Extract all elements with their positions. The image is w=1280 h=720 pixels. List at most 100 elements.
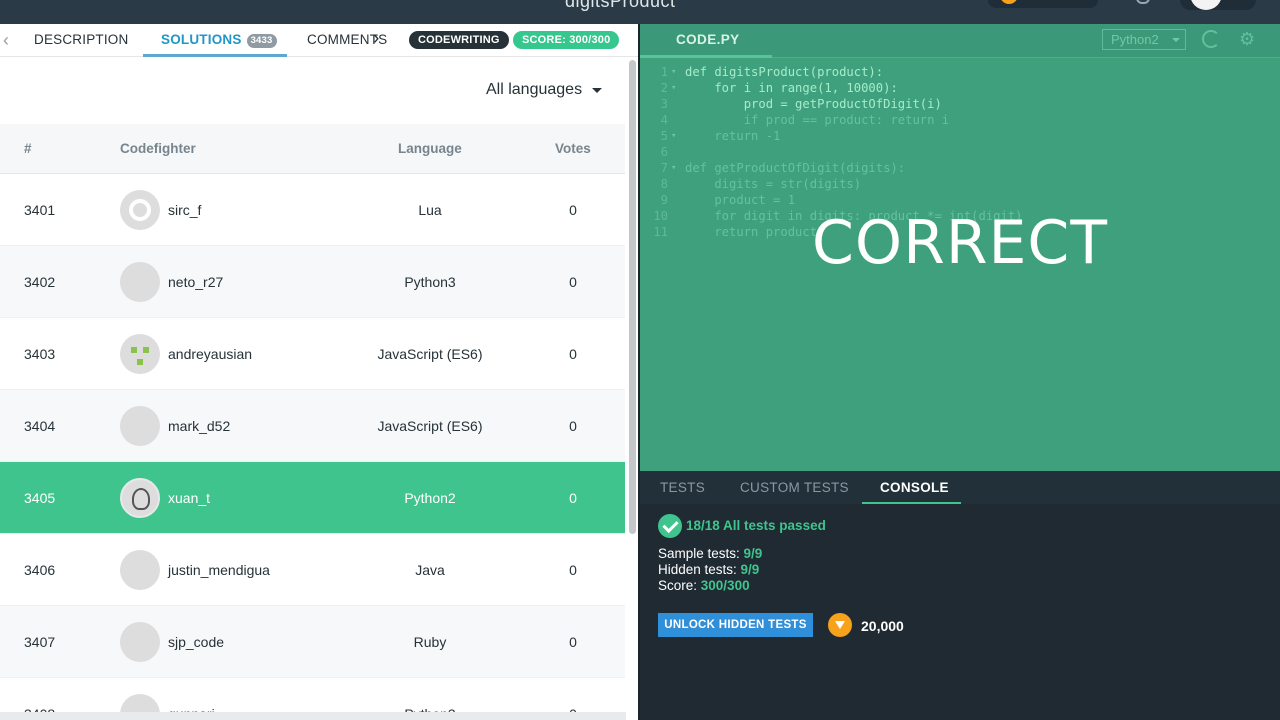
- fold-arrow-icon[interactable]: ▾: [671, 160, 676, 176]
- code-text: return -1: [685, 129, 781, 143]
- caret-down-icon[interactable]: [592, 88, 602, 93]
- score-badge: SCORE: 300/300: [513, 31, 620, 49]
- solution-language: JavaScript (ES6): [377, 346, 483, 362]
- tab-console[interactable]: CONSOLE: [880, 480, 949, 495]
- solution-number: 3402: [24, 274, 56, 290]
- code-text: prod = getProductOfDigit(i): [685, 97, 942, 111]
- avatar[interactable]: [120, 406, 160, 446]
- username[interactable]: sirc_f: [168, 202, 201, 218]
- code-line: 4 if prod == product: return i: [640, 112, 1280, 128]
- editor-tab-bar: CODE.PY Python2 ⚙: [640, 24, 1280, 58]
- code-line: 5 ▾ return -1: [640, 128, 1280, 144]
- username[interactable]: sjp_code: [168, 634, 224, 650]
- table-row[interactable]: 3402 neto_r27 Python3 0: [0, 246, 625, 318]
- fold-arrow-icon[interactable]: ▾: [671, 128, 676, 144]
- code-line: 2 ▾ for i in range(1, 10000):: [640, 80, 1280, 96]
- fold-arrow-icon[interactable]: ▾: [671, 64, 676, 80]
- unlock-hidden-tests-button[interactable]: UNLOCK HIDDEN TESTS: [658, 613, 813, 637]
- tab-solutions-label: SOLUTIONS: [161, 32, 242, 47]
- line-number: 7: [660, 161, 668, 175]
- score-label: Score:: [658, 578, 701, 593]
- avatar[interactable]: [120, 550, 160, 590]
- table-row[interactable]: 3407 sjp_code Ruby 0: [0, 606, 625, 678]
- solution-number: 3401: [24, 202, 56, 218]
- hidden-tests-value: 9/9: [740, 562, 760, 577]
- solutions-panel: ‹ DESCRIPTION SOLUTIONS 3433 COMMENTS › C…: [0, 24, 638, 720]
- workspace-panel: CODE.PY Python2 ⚙ 1 ▾ def digitsProduct(pr…: [640, 24, 1280, 720]
- vertical-scrollbar[interactable]: [626, 58, 638, 720]
- vote-count: 0: [569, 418, 577, 434]
- score-stat: Score: 300/300: [658, 578, 750, 593]
- horizontal-scrollbar[interactable]: [0, 712, 626, 720]
- line-number: 9: [660, 193, 668, 207]
- fold-arrow-icon[interactable]: ▾: [671, 80, 676, 96]
- code-line: 7 ▾ def getProductOfDigit(digits):: [640, 160, 1280, 176]
- line-number: 4: [660, 113, 668, 127]
- code-text: product = 1: [685, 193, 796, 207]
- table-row[interactable]: 3403 andreyausian JavaScript (ES6) 0: [0, 318, 625, 390]
- hidden-tests-label: Hidden tests:: [658, 562, 741, 577]
- tests-passed-message: 18/18 All tests passed: [686, 518, 826, 533]
- avatar[interactable]: [120, 334, 160, 374]
- score-value: 300/300: [700, 578, 750, 593]
- line-number: 5: [660, 129, 668, 143]
- chevron-left-icon[interactable]: ‹: [3, 31, 17, 49]
- vote-count: 0: [569, 346, 577, 362]
- username[interactable]: xuan_t: [168, 490, 210, 506]
- line-number: 3: [660, 97, 668, 111]
- solution-number: 3405: [24, 490, 56, 506]
- tab-solutions[interactable]: SOLUTIONS 3433: [143, 24, 287, 57]
- vote-count: 0: [569, 490, 577, 506]
- tab-tests[interactable]: TESTS: [660, 480, 705, 495]
- vote-count: 0: [569, 202, 577, 218]
- username[interactable]: andreyausian: [168, 346, 252, 362]
- code-text: if prod == product: return i: [685, 113, 950, 127]
- chevron-right-icon[interactable]: ›: [373, 28, 379, 50]
- line-number: 1: [660, 65, 668, 79]
- table-row[interactable]: 3406 justin_mendigua Java 0: [0, 534, 625, 606]
- table-row[interactable]: 3404 mark_d52 JavaScript (ES6) 0: [0, 390, 625, 462]
- tab-custom-tests[interactable]: CUSTOM TESTS: [740, 480, 849, 495]
- avatar[interactable]: [120, 190, 160, 230]
- language-filter-dropdown[interactable]: All languages: [486, 81, 582, 99]
- code-line: 3 prod = getProductOfDigit(i): [640, 96, 1280, 112]
- code-text: digits = str(digits): [685, 177, 862, 191]
- table-row-selected[interactable]: 3405 xuan_t Python2 0: [0, 462, 625, 534]
- sample-tests-label: Sample tests:: [658, 546, 744, 561]
- column-header-votes: Votes: [555, 141, 591, 156]
- solutions-count-badge: 3433: [246, 34, 277, 48]
- vote-count: 0: [569, 562, 577, 578]
- code-line: 9 product = 1: [640, 192, 1280, 208]
- avatar[interactable]: [120, 622, 160, 662]
- code-line: 8 digits = str(digits): [640, 176, 1280, 192]
- username[interactable]: justin_mendigua: [168, 562, 270, 578]
- code-editor[interactable]: CODE.PY Python2 ⚙ 1 ▾ def digitsProduct(pr…: [640, 24, 1280, 471]
- gear-icon[interactable]: ⚙: [1239, 29, 1255, 50]
- vote-count: 0: [569, 634, 577, 650]
- column-header-codefighter: Codefighter: [120, 141, 196, 156]
- code-text: def getProductOfDigit(digits):: [685, 161, 906, 175]
- solution-language: Ruby: [413, 634, 447, 650]
- solution-language: Java: [415, 562, 445, 578]
- notification-icon[interactable]: [1136, 0, 1150, 4]
- reset-icon[interactable]: [1202, 30, 1220, 48]
- avatar[interactable]: [120, 262, 160, 302]
- sample-tests-stat: Sample tests: 9/9: [658, 546, 762, 561]
- solution-number: 3406: [24, 562, 56, 578]
- file-tab-code-py[interactable]: CODE.PY: [676, 32, 740, 47]
- code-line: 1 ▾ def digitsProduct(product):: [640, 64, 1280, 80]
- username[interactable]: mark_d52: [168, 418, 230, 434]
- solution-language: Python2: [404, 490, 456, 506]
- line-number: 6: [660, 145, 668, 159]
- line-number: 8: [660, 177, 668, 191]
- scrollbar-thumb[interactable]: [629, 60, 636, 534]
- caret-down-icon[interactable]: [1172, 38, 1180, 42]
- username[interactable]: neto_r27: [168, 274, 223, 290]
- solutions-table-header: # Codefighter Language Votes: [0, 124, 625, 174]
- correct-overlay-text: CORRECT: [812, 208, 1108, 278]
- avatar[interactable]: [120, 478, 160, 518]
- table-row[interactable]: 3401 sirc_f Lua 0: [0, 174, 625, 246]
- solution-language: JavaScript (ES6): [377, 418, 483, 434]
- hidden-tests-stat: Hidden tests: 9/9: [658, 562, 759, 577]
- tab-description[interactable]: DESCRIPTION: [34, 24, 128, 57]
